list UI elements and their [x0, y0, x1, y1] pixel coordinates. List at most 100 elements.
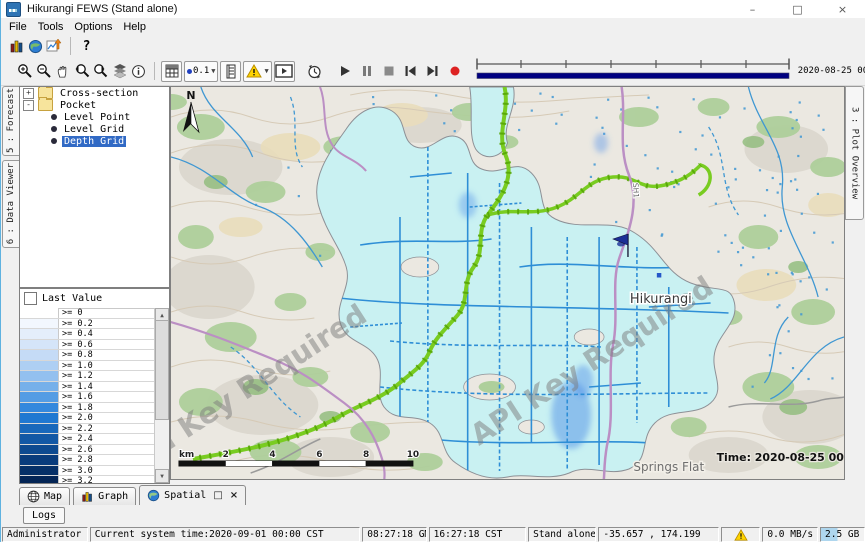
maximize-button[interactable]: □ — [775, 0, 820, 18]
grid-threshold-dropdown[interactable]: 0.1 ▼ — [184, 61, 218, 82]
restore-panel-icon[interactable]: □ — [213, 490, 222, 501]
tree-item-depth-grid[interactable]: Depth Grid — [20, 135, 169, 147]
profile-tool-button[interactable] — [220, 61, 241, 82]
legend-class-label: >= 2.2 — [59, 424, 93, 434]
animation-button[interactable] — [274, 61, 295, 82]
legend-row[interactable]: >= 0.6 — [20, 340, 155, 351]
layers-icon[interactable] — [110, 62, 129, 81]
legend-row[interactable]: >= 1.6 — [20, 392, 155, 403]
thresholds-warning-dropdown[interactable]: ▼ — [243, 61, 271, 82]
svg-text:10: 10 — [407, 450, 419, 460]
scroll-down-icon[interactable]: ▼ — [155, 469, 169, 483]
tree-expander-icon[interactable]: - — [23, 100, 34, 111]
scrollbar-thumb[interactable] — [155, 320, 169, 420]
legend-row[interactable]: >= 2.6 — [20, 445, 155, 456]
status-warning[interactable] — [721, 527, 760, 542]
tab-spatial[interactable]: Spatial □ × — [139, 485, 246, 505]
station-dot[interactable] — [657, 273, 661, 278]
spatial-map[interactable]: API Key Required API Key Required Hikura… — [170, 86, 845, 480]
zoom-out-icon[interactable] — [34, 62, 53, 81]
legend-color-swatch — [20, 476, 59, 483]
time-settings-icon[interactable] — [305, 62, 324, 81]
close-button[interactable]: × — [820, 0, 865, 18]
timeline-slider[interactable] — [474, 57, 792, 85]
status-bar: Administrator Current system time:2020-0… — [1, 526, 865, 542]
legend-row[interactable]: >= 0.4 — [20, 329, 155, 340]
main-toolbar: ? — [1, 35, 865, 57]
step-forward-button[interactable] — [422, 62, 444, 81]
legend-color-swatch — [20, 445, 59, 455]
tab-data-viewer[interactable]: 6 : Data Viewer — [2, 160, 20, 248]
legend-class-label: >= 2.0 — [59, 413, 93, 423]
legend-row[interactable]: >= 2.2 — [20, 424, 155, 435]
spatial-display-icon[interactable] — [45, 37, 64, 56]
menu-help[interactable]: Help — [120, 20, 154, 34]
pan-hand-icon[interactable] — [53, 62, 72, 81]
play-button[interactable] — [334, 62, 356, 81]
legend-color-swatch — [20, 403, 59, 413]
help-button[interactable]: ? — [77, 37, 96, 56]
stop-button[interactable] — [378, 62, 400, 81]
legend-row[interactable]: >= 2.0 — [20, 413, 155, 424]
legend-row[interactable]: >= 3.2 — [20, 476, 155, 483]
legend-color-swatch — [20, 319, 59, 329]
last-value-checkbox[interactable] — [24, 292, 37, 305]
left-tab-strip: 5 : Forecast 6 : Data Viewer — [1, 86, 19, 484]
legend-title: Last Value — [42, 293, 102, 304]
legend-row[interactable]: >= 0.8 — [20, 350, 155, 361]
town-label: Hikurangi — [630, 292, 692, 307]
globe-icon[interactable] — [26, 37, 45, 56]
legend-row[interactable]: >= 1.0 — [20, 361, 155, 372]
legend-class-label: >= 0.8 — [59, 350, 93, 360]
tab-graph[interactable]: Graph — [73, 487, 136, 505]
logs-chart-icon[interactable] — [7, 37, 26, 56]
tree-item-label: Level Grid — [62, 124, 126, 135]
legend-row[interactable]: >= 3.0 — [20, 466, 155, 477]
legend-color-swatch — [20, 308, 59, 318]
logs-button[interactable]: Logs — [23, 507, 65, 524]
info-icon[interactable] — [129, 62, 148, 81]
status-coordinates: -35.657 , 174.199 — [598, 527, 719, 542]
bar-chart-icon — [81, 490, 94, 503]
tree-expander-icon[interactable]: + — [23, 88, 34, 99]
svg-text:N: N — [186, 89, 195, 102]
road-label: SH1 — [631, 183, 641, 199]
window-title: Hikurangi FEWS (Stand alone) — [27, 3, 177, 15]
legend-color-swatch — [20, 455, 59, 465]
threshold-dot-icon — [187, 69, 192, 74]
tab-map[interactable]: Map — [19, 487, 70, 505]
zoom-previous-icon[interactable] — [72, 62, 91, 81]
legend-row[interactable]: >= 0.2 — [20, 319, 155, 330]
tab-forecast[interactable]: 5 : Forecast — [2, 86, 20, 156]
legend-row[interactable]: >= 0 — [20, 308, 155, 319]
legend-row[interactable]: >= 1.8 — [20, 403, 155, 414]
legend-color-swatch — [20, 340, 59, 350]
legend-row[interactable]: >= 2.8 — [20, 455, 155, 466]
menu-tools[interactable]: Tools — [35, 20, 72, 34]
zoom-in-icon[interactable] — [15, 62, 34, 81]
svg-text:4: 4 — [269, 450, 275, 460]
legend-row[interactable]: >= 1.4 — [20, 382, 155, 393]
tab-plot-overview[interactable]: 3 : Plot Overview — [845, 86, 864, 220]
main-region: 5 : Forecast 6 : Data Viewer +Cross-sect… — [1, 86, 865, 484]
step-back-button[interactable] — [400, 62, 422, 81]
menu-file[interactable]: File — [6, 20, 35, 34]
zoom-next-icon[interactable] — [91, 62, 110, 81]
menu-options[interactable]: Options — [71, 20, 120, 34]
grid-display-button[interactable] — [161, 61, 182, 82]
legend-row[interactable]: >= 1.2 — [20, 371, 155, 382]
record-button[interactable] — [444, 62, 466, 81]
area-label: Springs Flat — [633, 460, 704, 474]
legend-class-label: >= 3.2 — [59, 476, 93, 483]
minimize-button[interactable]: – — [730, 0, 775, 18]
blue-globe-icon — [147, 489, 160, 502]
tree-item-level-point[interactable]: Level Point — [20, 111, 169, 123]
pause-button[interactable] — [356, 62, 378, 81]
tree-item-pocket[interactable]: -Pocket — [20, 99, 169, 111]
tree-item-level-grid[interactable]: Level Grid — [20, 123, 169, 135]
node-bullet-icon — [51, 126, 57, 132]
legend-row[interactable]: >= 2.4 — [20, 434, 155, 445]
legend-scrollbar[interactable]: ▲ ▼ — [154, 308, 169, 483]
close-panel-icon[interactable]: × — [230, 490, 238, 501]
legend-class-label: >= 2.8 — [59, 455, 93, 465]
